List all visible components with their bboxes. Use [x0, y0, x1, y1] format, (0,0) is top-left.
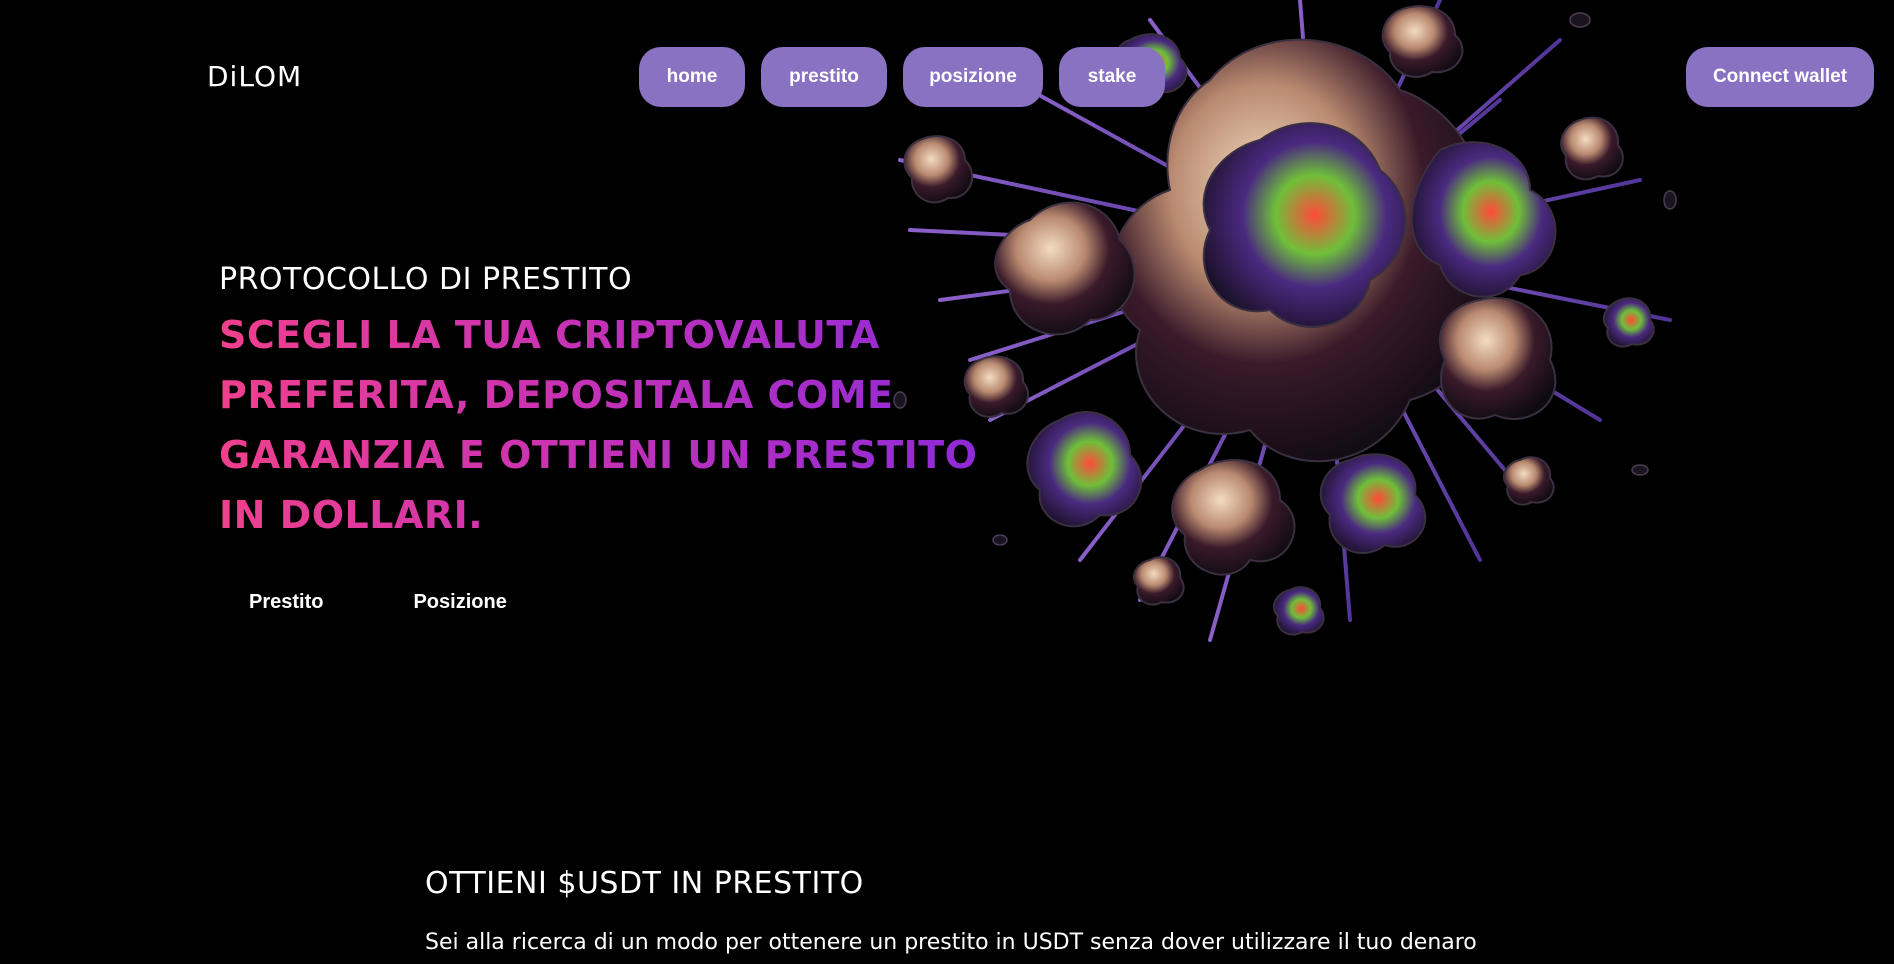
- nav-home-button[interactable]: home: [639, 47, 745, 107]
- hero-posizione-link[interactable]: Posizione: [413, 591, 506, 614]
- nav-prestito-button[interactable]: prestito: [761, 47, 887, 107]
- nav-posizione-button[interactable]: posizione: [903, 47, 1043, 107]
- hero-prestito-link[interactable]: Prestito: [249, 591, 323, 614]
- logo[interactable]: DiLOM: [207, 60, 302, 93]
- nav-stake-button[interactable]: stake: [1059, 47, 1165, 107]
- hero-links: Prestito Posizione: [249, 591, 507, 614]
- main-nav: home prestito posizione stake: [639, 47, 1165, 107]
- hero-title: SCEGLI LA TUA CRIPTOVALUTA PREFERITA, DE…: [219, 305, 979, 545]
- section-text: Sei alla ricerca di un modo per ottenere…: [425, 930, 1477, 955]
- page: DiLOM home prestito posizione stake Conn…: [0, 0, 1894, 964]
- hero-eyebrow: PROTOCOLLO DI PRESTITO: [219, 262, 633, 297]
- connect-wallet-button[interactable]: Connect wallet: [1686, 47, 1874, 107]
- section-title: OTTIENI $USDT IN PRESTITO: [425, 866, 864, 901]
